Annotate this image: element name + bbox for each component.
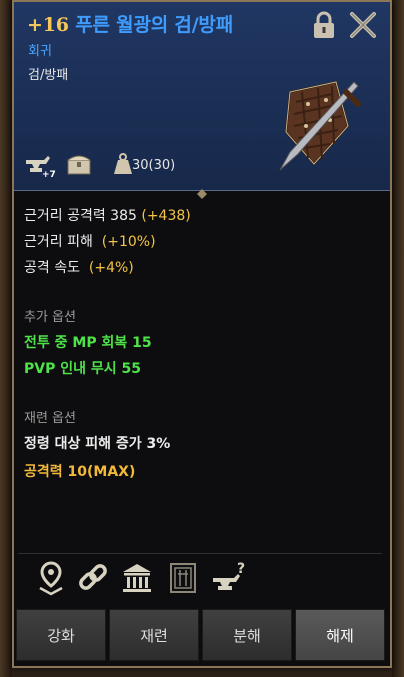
action-button-row: 강화 재련 분해 해제 bbox=[16, 609, 388, 661]
header-divider-ornament bbox=[197, 184, 207, 199]
weight-icon bbox=[112, 152, 134, 180]
bank-icon[interactable] bbox=[120, 560, 154, 600]
enhancement-level: +16 bbox=[27, 14, 69, 36]
enhance-button[interactable]: 강화 bbox=[16, 609, 106, 661]
item-action-icons: ? bbox=[34, 560, 274, 598]
disassemble-button[interactable]: 분해 bbox=[202, 609, 292, 661]
additional-option-line: PVP 인내 무시 55 bbox=[24, 361, 141, 377]
item-title: +16 푸른 월광의 검/방패 bbox=[27, 10, 233, 37]
additional-option-line: 전투 중 MP 회복 15 bbox=[24, 335, 152, 351]
chain-link-icon[interactable] bbox=[76, 560, 110, 600]
reforge-options-header: 재련 옵션 bbox=[24, 411, 76, 426]
item-grade: 회귀 bbox=[28, 44, 52, 59]
divider bbox=[18, 553, 382, 554]
release-button[interactable]: 해제 bbox=[295, 609, 385, 661]
stat-melee-attack: 근거리 공격력 385 (+438) bbox=[24, 208, 191, 224]
background-left-strip bbox=[0, 0, 12, 677]
stat-melee-damage: 근거리 피해 (+10%) bbox=[24, 234, 156, 250]
reforge-option-line: 공격력 10(MAX) bbox=[24, 464, 136, 480]
tooltip-header: +16 푸른 월광의 검/방패 회귀 검/방패 +7 30(30) bbox=[14, 2, 390, 191]
location-pin-icon[interactable] bbox=[34, 560, 68, 600]
item-type: 검/방패 bbox=[28, 68, 69, 83]
close-icon[interactable] bbox=[348, 10, 378, 40]
background-right-strip bbox=[392, 0, 404, 677]
stat-attack-speed: 공격 속도 (+4%) bbox=[24, 260, 134, 276]
reforge-button[interactable]: 재련 bbox=[109, 609, 199, 661]
enchant-count-badge: +7 bbox=[42, 170, 56, 180]
reforge-option-line: 정령 대상 피해 증가 3% bbox=[24, 436, 171, 452]
enchant-unknown-icon[interactable]: ? bbox=[210, 560, 250, 600]
weight-value: 30(30) bbox=[132, 158, 176, 173]
additional-options-header: 추가 옵션 bbox=[24, 310, 76, 325]
tradepost-icon[interactable] bbox=[166, 560, 200, 600]
chest-icon[interactable] bbox=[66, 152, 92, 180]
item-name: 푸른 월광의 검/방패 bbox=[75, 14, 233, 36]
sword-shield-image bbox=[268, 74, 364, 174]
svg-text:?: ? bbox=[237, 561, 245, 577]
item-tooltip: +16 푸른 월광의 검/방패 회귀 검/방패 +7 30(30) 근거리 공격… bbox=[12, 0, 392, 668]
lock-icon[interactable] bbox=[311, 10, 337, 40]
